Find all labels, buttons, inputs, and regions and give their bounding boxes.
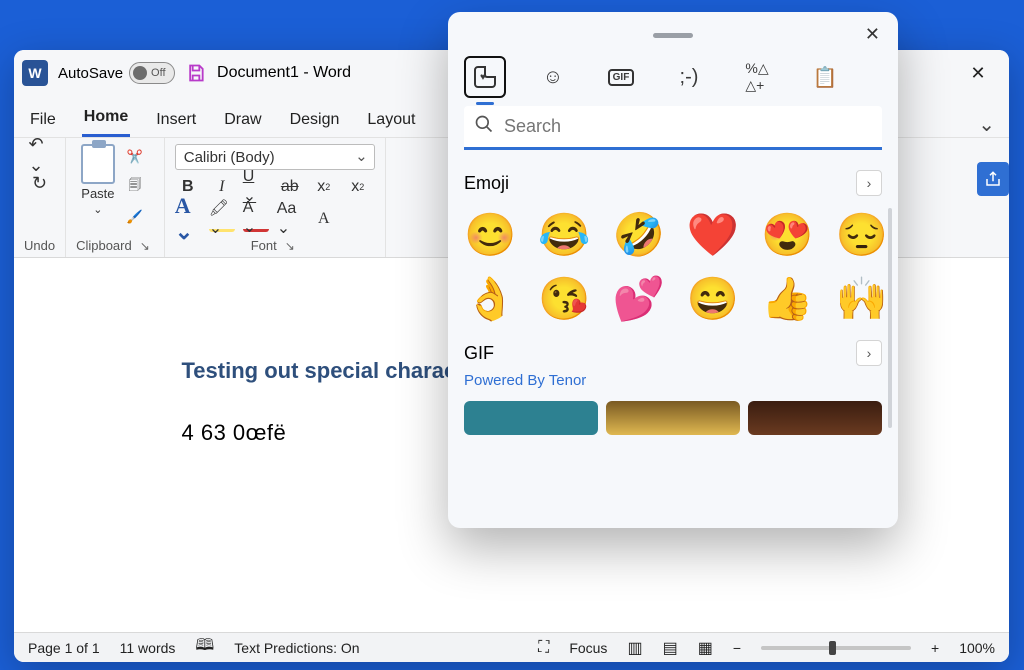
smiley-icon: ☺ (543, 66, 563, 89)
font-group: Calibri (Body) B I U ⌄ ab x2 x2 A ⌄ 🖍 ⌄ … (165, 138, 386, 257)
ribbon-collapse-button[interactable]: ⌄ (978, 112, 995, 137)
autosave-label: AutoSave (58, 65, 123, 82)
superscript-button[interactable]: x2 (345, 174, 371, 200)
emoji-section-heading: Emoji (464, 173, 509, 194)
strikethrough-button[interactable]: ab (277, 174, 303, 200)
gif-row (464, 401, 882, 435)
gif-thumbnail[interactable] (606, 401, 740, 435)
font-color-button[interactable]: A ⌄ (243, 206, 269, 232)
paste-icon (81, 144, 115, 184)
change-case-button[interactable]: Aa ⌄ (277, 206, 303, 232)
print-layout-icon[interactable]: ▤ (663, 638, 678, 658)
symbols-icon: %△△+ (745, 60, 768, 94)
zoom-out-button[interactable]: − (733, 640, 741, 656)
emoji-more-button[interactable]: › (856, 170, 882, 196)
kaomoji-icon: ;-) (680, 66, 699, 89)
panel-close-button[interactable]: ✕ (865, 24, 880, 45)
clipboard-launcher-icon[interactable]: ↘ (140, 239, 154, 253)
tab-stickers[interactable]: ♥ (464, 56, 506, 98)
picker-category-tabs: ♥ ☺ GIF ;-) %△△+ 📋 (464, 50, 882, 106)
text-effects-button[interactable]: A ⌄ (175, 206, 201, 232)
gif-icon: GIF (608, 69, 635, 86)
zoom-in-button[interactable]: + (931, 640, 939, 656)
sticker-icon: ♥ (474, 66, 496, 88)
share-button[interactable] (977, 162, 1009, 196)
web-layout-icon[interactable]: ▦ (698, 638, 713, 658)
emoji-item[interactable]: 💕 (613, 278, 665, 320)
highlight-button[interactable]: 🖍 ⌄ (209, 206, 235, 232)
underline-button[interactable]: U ⌄ (243, 174, 269, 200)
clipboard-icon: 📋 (813, 65, 838, 90)
redo-button[interactable]: ↻ (29, 172, 51, 194)
autosave-toggle[interactable]: AutoSave Off (58, 62, 175, 84)
emoji-picker-panel: ✕ ♥ ☺ GIF ;-) %△△+ 📋 Emoji › 😊 😂 🤣 ❤️ 😍 … (448, 12, 898, 528)
zoom-slider[interactable] (761, 646, 911, 650)
undo-button[interactable]: ↶ ⌄ (29, 144, 51, 166)
focus-mode-button[interactable]: ⛶ (538, 639, 549, 657)
save-icon[interactable] (185, 62, 207, 84)
emoji-item[interactable]: 😘 (538, 278, 590, 320)
emoji-item[interactable]: 👍 (761, 278, 813, 320)
emoji-search[interactable] (464, 106, 882, 150)
format-painter-button[interactable]: 🖌️ (121, 204, 149, 230)
tab-gif[interactable]: GIF (600, 56, 642, 98)
document-title: Document1 - Word (217, 64, 351, 82)
gif-section-heading: GIF (464, 343, 494, 364)
autosave-state: Off (151, 67, 165, 79)
emoji-item[interactable]: 👌 (464, 278, 516, 320)
read-mode-icon[interactable]: ▥ (627, 638, 642, 658)
paste-button[interactable]: Paste ⌄ (81, 144, 115, 216)
tab-emoji[interactable]: ☺ (532, 56, 574, 98)
undo-group-label: Undo (24, 236, 55, 253)
emoji-item[interactable]: ❤️ (687, 214, 739, 256)
panel-grip[interactable] (653, 33, 693, 38)
undo-group: ↶ ⌄ ↻ Undo (14, 138, 66, 257)
emoji-item[interactable]: 🤣 (613, 214, 665, 256)
tab-draw[interactable]: Draw (222, 103, 263, 137)
copy-button[interactable]: 🗐 (121, 174, 149, 200)
emoji-search-input[interactable] (504, 116, 872, 137)
tab-kaomoji[interactable]: ;-) (668, 56, 710, 98)
status-bar: Page 1 of 1 11 words 🕮 Text Predictions:… (14, 632, 1009, 662)
emoji-item[interactable]: 😔 (835, 214, 887, 256)
tenor-attribution[interactable]: Powered By Tenor (464, 372, 882, 389)
search-icon (474, 114, 494, 139)
font-name-select[interactable]: Calibri (Body) (175, 144, 375, 170)
tab-insert[interactable]: Insert (154, 103, 198, 137)
status-word-count[interactable]: 11 words (120, 640, 176, 656)
italic-button[interactable]: I (209, 174, 235, 200)
gif-thumbnail[interactable] (748, 401, 882, 435)
emoji-item[interactable]: 😊 (464, 214, 516, 256)
tab-symbols[interactable]: %△△+ (736, 56, 778, 98)
focus-label[interactable]: Focus (569, 640, 607, 656)
tab-file[interactable]: File (28, 103, 58, 137)
gif-more-button[interactable]: › (856, 340, 882, 366)
status-predictions[interactable]: Text Predictions: On (234, 640, 359, 656)
tab-layout[interactable]: Layout (365, 103, 417, 137)
status-page[interactable]: Page 1 of 1 (28, 640, 100, 656)
font-group-label: Font (251, 236, 277, 253)
clear-formatting-button[interactable]: A (311, 206, 337, 232)
tab-clipboard-history[interactable]: 📋 (804, 56, 846, 98)
cut-button[interactable]: ✂️ (121, 144, 149, 170)
clipboard-group: Paste ⌄ ✂️ 🗐 🖌️ Clipboard ↘ (66, 138, 165, 257)
zoom-value[interactable]: 100% (959, 640, 995, 656)
emoji-item[interactable]: 😄 (687, 278, 739, 320)
paste-label: Paste (81, 186, 114, 201)
tab-design[interactable]: Design (288, 103, 342, 137)
emoji-item[interactable]: 🙌 (835, 278, 887, 320)
window-close-button[interactable]: ✕ (955, 63, 1001, 84)
gif-thumbnail[interactable] (464, 401, 598, 435)
emoji-grid: 😊 😂 🤣 ❤️ 😍 😔 👌 😘 💕 😄 👍 🙌 (464, 214, 882, 320)
spellcheck-icon[interactable]: 🕮 (195, 634, 214, 661)
word-logo-icon: W (22, 60, 48, 86)
emoji-item[interactable]: 😍 (761, 214, 813, 256)
font-launcher-icon[interactable]: ↘ (285, 239, 299, 253)
emoji-item[interactable]: 😂 (538, 214, 590, 256)
tab-home[interactable]: Home (82, 100, 130, 137)
clipboard-group-label: Clipboard (76, 236, 132, 253)
subscript-button[interactable]: x2 (311, 174, 337, 200)
panel-scrollbar[interactable] (888, 208, 892, 428)
